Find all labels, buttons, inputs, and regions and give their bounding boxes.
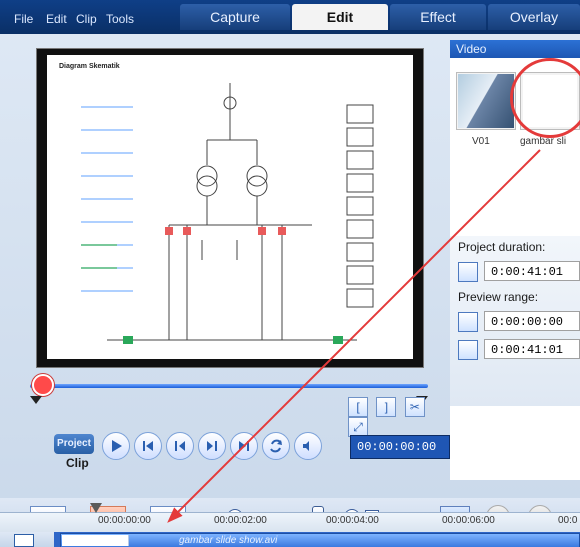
menu-tools[interactable]: Tools xyxy=(106,12,134,26)
next-frame-button[interactable] xyxy=(198,432,226,460)
ruler-tick: 00:0 xyxy=(558,515,578,526)
thumbnail-label: V01 xyxy=(472,136,490,147)
repeat-icon xyxy=(270,439,282,453)
highlight-circle xyxy=(510,58,580,138)
preview-start-field[interactable]: 0:00:00:00 xyxy=(484,311,580,331)
thumbnail-grid: V01 gambar sli xyxy=(450,58,580,248)
menu-edit[interactable]: Edit xyxy=(46,12,67,26)
video-track-icon xyxy=(14,534,34,547)
thumbnail-image xyxy=(458,74,514,128)
mark-in-icon xyxy=(458,312,478,332)
end-button[interactable] xyxy=(230,432,258,460)
previous-frame-button[interactable] xyxy=(166,432,194,460)
project-duration-row: 0:00:41:01 xyxy=(458,260,580,282)
ruler-tick: 00:00:00:00 xyxy=(98,515,151,526)
ruler-tick: 00:00:06:00 xyxy=(442,515,495,526)
track-gutter xyxy=(0,532,54,547)
timeline: 00:00:00:00 00:00:02:00 00:00:04:00 00:0… xyxy=(0,503,580,547)
preview-canvas: Diagram Skematik xyxy=(47,55,413,359)
library-panel: Video V01 gambar sli Project duration: 0… xyxy=(450,40,580,480)
enlarge-preview-icon[interactable]: ⤢ xyxy=(348,417,368,437)
volume-button[interactable] xyxy=(294,432,322,460)
skip-forward-icon xyxy=(239,441,249,451)
trim-start-marker[interactable] xyxy=(30,396,42,404)
project-duration-label: Project duration: xyxy=(458,240,546,254)
project-mode-button[interactable]: Project xyxy=(54,434,94,454)
video-track: gambar slide show.avi xyxy=(0,532,580,547)
tab-capture[interactable]: Capture xyxy=(180,4,290,30)
mark-in-button[interactable]: [ xyxy=(348,397,368,417)
preview-window: Diagram Skematik xyxy=(36,48,424,368)
ruler-tick: 00:00:02:00 xyxy=(214,515,267,526)
clock-icon xyxy=(458,262,478,282)
repeat-button[interactable] xyxy=(262,432,290,460)
thumbnail-v01[interactable] xyxy=(456,72,516,130)
project-info-panel: Project duration: 0:00:41:01 Preview ran… xyxy=(450,236,580,406)
library-header: Video xyxy=(450,40,580,58)
skip-back-icon xyxy=(143,441,153,451)
ruler-tick: 00:00:04:00 xyxy=(326,515,379,526)
preview-panel: Diagram Skematik [] ✂ ⤢ Project Clip 00… xyxy=(20,40,450,480)
preview-end-field[interactable]: 0:00:41:01 xyxy=(484,339,580,359)
preview-end-row: 0:00:41:01 xyxy=(458,338,580,360)
trim-buttons: [ ] ✂ ⤢ xyxy=(348,397,440,437)
play-button[interactable] xyxy=(102,432,130,460)
home-button[interactable] xyxy=(134,432,162,460)
preview-start-row: 0:00:00:00 xyxy=(458,310,580,332)
tab-overlay[interactable]: Overlay xyxy=(488,4,580,30)
timeline-ruler[interactable]: 00:00:00:00 00:00:02:00 00:00:04:00 00:0… xyxy=(0,503,580,533)
clip-name: gambar slide show.avi xyxy=(179,535,278,546)
next-frame-icon xyxy=(207,441,217,451)
tab-edit[interactable]: Edit xyxy=(292,4,388,30)
timeline-clip[interactable]: gambar slide show.avi xyxy=(60,533,580,547)
mark-out-icon xyxy=(458,340,478,360)
schematic-diagram xyxy=(81,83,374,344)
menu-clip[interactable]: Clip xyxy=(76,12,97,26)
clip-thumbnail xyxy=(62,535,129,546)
menu-tab-bar: File Edit Clip Tools Capture Edit Effect… xyxy=(0,0,580,34)
scrub-handle[interactable] xyxy=(32,374,54,396)
timeline-playhead[interactable] xyxy=(90,503,102,513)
preview-range-label: Preview range: xyxy=(458,290,539,304)
play-icon xyxy=(112,440,122,452)
video-editor-window: File Edit Clip Tools Capture Edit Effect… xyxy=(0,0,580,547)
clip-mode-label[interactable]: Clip xyxy=(66,456,89,470)
timecode-display[interactable]: 00:00:00:00 xyxy=(350,435,450,459)
mark-out-button[interactable]: ] xyxy=(376,397,397,417)
project-duration-field[interactable]: 0:00:41:01 xyxy=(484,261,580,281)
speaker-icon xyxy=(303,441,309,451)
cut-icon[interactable]: ✂ xyxy=(404,397,425,417)
scrub-track[interactable] xyxy=(30,384,428,388)
previous-frame-icon xyxy=(175,441,185,451)
menu-file[interactable]: File xyxy=(14,12,33,26)
scrub-bar[interactable] xyxy=(30,374,428,404)
tab-effect[interactable]: Effect xyxy=(390,4,486,30)
